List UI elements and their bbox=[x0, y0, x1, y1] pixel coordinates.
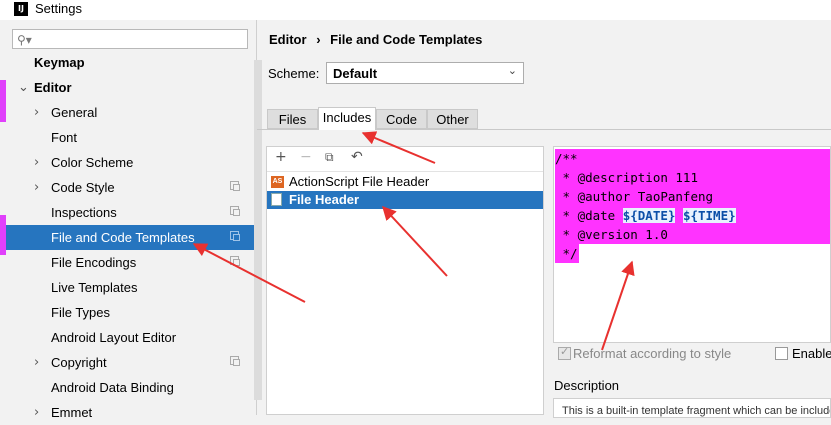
search-icon: ⚲▾ bbox=[17, 33, 32, 47]
scheme-select[interactable]: Default ⌄ bbox=[326, 62, 524, 84]
sidebar-item-label: General bbox=[51, 105, 98, 120]
scheme-label: Scheme: bbox=[268, 66, 320, 81]
reformat-label: Reformat according to style bbox=[573, 346, 732, 361]
sidebar-item-label: File Encodings bbox=[51, 255, 137, 270]
template-item-file-header[interactable]: File Header bbox=[267, 191, 543, 209]
breadcrumb-parent[interactable]: Editor bbox=[269, 32, 307, 47]
sidebar-item-label: Emmet bbox=[51, 405, 93, 420]
chevron-down-icon: ⌄ bbox=[507, 64, 517, 77]
code-line: /** bbox=[555, 149, 830, 168]
sidebar-item-label: Copyright bbox=[51, 355, 107, 370]
sidebar-item-label: Font bbox=[51, 130, 78, 145]
remove-icon[interactable]: − bbox=[300, 149, 312, 165]
breadcrumb-separator: › bbox=[316, 32, 321, 47]
enable-label: Enable bbox=[792, 346, 831, 361]
window-title: Settings bbox=[35, 1, 82, 16]
scheme-value: Default bbox=[333, 66, 378, 81]
code-line: * @author TaoPanfeng bbox=[555, 187, 830, 206]
description-label: Description bbox=[554, 378, 620, 393]
reformat-checkbox[interactable] bbox=[558, 345, 571, 360]
sidebar-item-label: File and Code Templates bbox=[51, 230, 195, 245]
sidebar-item-label: Inspections bbox=[51, 205, 117, 220]
project-scope-icon bbox=[230, 231, 240, 241]
template-tabs: Files Includes Code Other bbox=[257, 107, 831, 130]
add-icon[interactable]: + bbox=[275, 149, 287, 165]
sidebar-item-label: Android Data Binding bbox=[51, 380, 174, 395]
sidebar-item-file-types[interactable]: File Types bbox=[6, 300, 255, 325]
description-text: This is a built-in template fragment whi… bbox=[562, 405, 831, 417]
code-line: * @description 111 bbox=[555, 168, 830, 187]
breadcrumb: Editor › File and Code Templates bbox=[269, 32, 482, 47]
template-code-editor[interactable]: /** * @description 111 * @author TaoPanf… bbox=[553, 146, 831, 343]
sidebar-item-font[interactable]: Font bbox=[6, 125, 255, 150]
code-line: * @version 1.0 bbox=[555, 225, 830, 244]
sidebar-item-label: File Types bbox=[51, 305, 111, 320]
project-scope-icon bbox=[230, 356, 240, 366]
chevron-right-icon[interactable]: › bbox=[34, 175, 39, 200]
title-bar: IJ Settings bbox=[0, 0, 831, 20]
sidebar-item-android-data-binding[interactable]: Android Data Binding bbox=[6, 375, 255, 400]
sidebar-item-file-and-code-templates[interactable]: File and Code Templates bbox=[6, 225, 255, 250]
sidebar-item-code-style[interactable]: › Code Style bbox=[6, 175, 255, 200]
chevron-right-icon[interactable]: › bbox=[34, 150, 39, 175]
code-line: */ bbox=[555, 244, 579, 263]
sidebar-item-color-scheme[interactable]: › Color Scheme bbox=[6, 150, 255, 175]
sidebar-item-label: Color Scheme bbox=[51, 155, 134, 170]
tab-files[interactable]: Files bbox=[267, 109, 318, 129]
chevron-right-icon[interactable]: › bbox=[34, 100, 39, 125]
sidebar-item-label: Editor bbox=[34, 80, 72, 95]
settings-sidebar: ⚲▾ Keymap ⌄ Editor › General Font › Colo… bbox=[6, 20, 262, 420]
chevron-right-icon[interactable]: › bbox=[34, 350, 39, 375]
sidebar-item-keymap[interactable]: Keymap bbox=[6, 50, 255, 75]
sidebar-item-label: Keymap bbox=[34, 55, 85, 70]
breadcrumb-current: File and Code Templates bbox=[330, 32, 483, 47]
tab-other[interactable]: Other bbox=[427, 109, 478, 129]
project-scope-icon bbox=[230, 206, 240, 216]
settings-search-input[interactable]: ⚲▾ bbox=[12, 29, 248, 49]
project-scope-icon bbox=[230, 181, 240, 191]
chevron-right-icon[interactable]: › bbox=[34, 400, 39, 425]
template-item-label: ActionScript File Header bbox=[289, 174, 430, 189]
sidebar-item-file-encodings[interactable]: File Encodings bbox=[6, 250, 255, 275]
template-variable-date: ${DATE} bbox=[622, 208, 676, 223]
sidebar-item-inspections[interactable]: Inspections bbox=[6, 200, 255, 225]
template-toolbar: + − ⧉ ↶ bbox=[267, 147, 543, 172]
sidebar-item-label: Android Layout Editor bbox=[51, 330, 177, 345]
sidebar-item-emmet[interactable]: › Emmet bbox=[6, 400, 255, 425]
description-box: This is a built-in template fragment whi… bbox=[553, 398, 831, 418]
actionscript-file-icon: AS bbox=[271, 176, 284, 188]
sidebar-item-label: Code Style bbox=[51, 180, 115, 195]
reset-icon[interactable]: ↶ bbox=[351, 149, 363, 165]
sidebar-item-editor[interactable]: ⌄ Editor bbox=[6, 75, 255, 100]
enable-live-templates-checkbox[interactable] bbox=[775, 347, 788, 360]
file-icon bbox=[271, 193, 282, 206]
chevron-down-icon[interactable]: ⌄ bbox=[18, 75, 29, 100]
sidebar-item-android-layout-editor[interactable]: Android Layout Editor bbox=[6, 325, 255, 350]
settings-main-panel: Editor › File and Code Templates Scheme:… bbox=[257, 20, 831, 418]
code-text: * @date bbox=[555, 208, 623, 223]
template-list-panel: + − ⧉ ↶ AS ActionScript File Header File… bbox=[266, 146, 544, 415]
intellij-app-icon: IJ bbox=[14, 2, 28, 16]
code-line: * @date ${DATE} ${TIME} bbox=[555, 206, 830, 225]
sidebar-item-live-templates[interactable]: Live Templates bbox=[6, 275, 255, 300]
template-variable-time: ${TIME} bbox=[682, 208, 736, 223]
project-scope-icon bbox=[230, 256, 240, 266]
template-item-label: File Header bbox=[289, 192, 360, 207]
sidebar-item-copyright[interactable]: › Copyright bbox=[6, 350, 255, 375]
tab-includes[interactable]: Includes bbox=[318, 107, 376, 130]
template-item-actionscript-file-header[interactable]: AS ActionScript File Header bbox=[267, 173, 543, 191]
tab-code[interactable]: Code bbox=[376, 109, 427, 129]
sidebar-item-general[interactable]: › General bbox=[6, 100, 255, 125]
sidebar-item-label: Live Templates bbox=[51, 280, 138, 295]
copy-icon[interactable]: ⧉ bbox=[325, 150, 334, 165]
